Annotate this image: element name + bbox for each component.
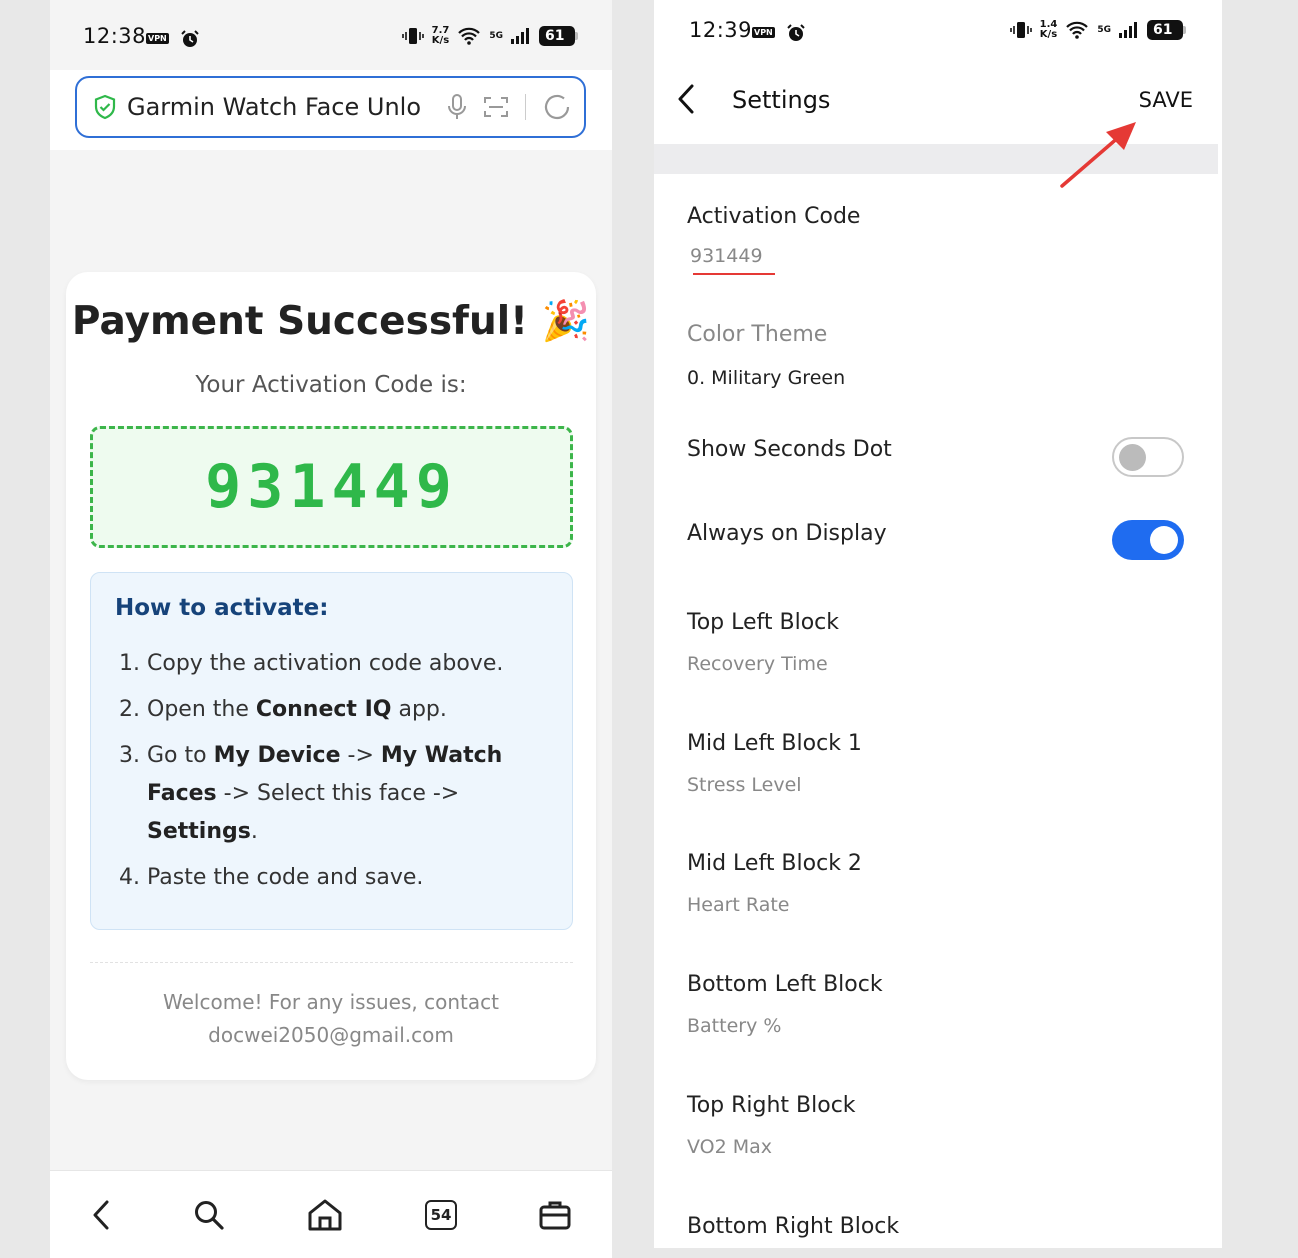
battery-level: 61 [1147,20,1183,40]
list-item: Open the Connect IQ app. [147,691,548,729]
vibrate-icon [401,28,424,44]
setting-value: VO2 Max [687,1136,773,1158]
shield-check-icon [94,94,116,120]
vpn-icon: VPN [146,33,169,44]
setting-value: Heart Rate [687,894,790,916]
setting-label: Bottom Left Block [687,972,883,997]
setting-label: Mid Left Block 1 [687,731,862,756]
activation-code[interactable]: 931449 [205,452,458,522]
speed-unit: K/s [1039,29,1058,40]
home-icon[interactable] [307,1198,343,1232]
battery-level: 61 [539,26,575,46]
network-type: 5G [1097,25,1111,35]
code-subtitle: Your Activation Code is: [195,372,467,398]
signal-icon [1119,22,1137,38]
always-on-display-toggle[interactable] [1112,520,1184,560]
setting-label: Mid Left Block 2 [687,851,862,876]
status-bar: 12:38 VPN 7.7 K/s 5G 61 [50,0,612,70]
page-title: Settings [732,86,831,114]
briefcase-icon[interactable] [539,1199,571,1231]
browser-screen: 12:38 VPN 7.7 K/s 5G 61 Garmin Watch Face… [50,0,612,1258]
setting-top-left-block[interactable]: Top Left Block Recovery Time [687,610,1187,675]
signal-icon [511,28,529,44]
page-title: Payment Successful! 🎉 [71,299,591,344]
setting-bottom-right-block[interactable]: Bottom Right Block [687,1214,1187,1239]
setting-top-right-block[interactable]: Top Right Block VO2 Max [687,1093,1187,1158]
status-bar: 12:39 VPN 1.4 K/s 5G 61 [654,0,1222,70]
instructions-box: How to activate: Copy the activation cod… [90,572,573,930]
vibrate-icon [1009,22,1032,38]
spellcheck-underline [693,273,775,275]
setting-value: Battery % [687,1015,782,1037]
reload-icon[interactable] [542,92,572,122]
alarm-icon [787,23,805,41]
pointer-arrow-annotation [1060,122,1136,188]
setting-label: Color Theme [687,322,828,347]
microphone-icon[interactable] [447,93,467,121]
network-type: 5G [489,31,503,41]
setting-mid-left-block-1[interactable]: Mid Left Block 1 Stress Level [687,731,1187,796]
vpn-icon: VPN [752,27,775,38]
scan-icon[interactable] [483,95,509,119]
setting-value: Recovery Time [687,653,828,675]
setting-activation-code: Activation Code 931449 [687,204,1187,275]
seconds-dot-toggle[interactable] [1112,437,1184,477]
list-item: Go to My Device -> My Watch Faces -> Sel… [147,737,548,851]
setting-label: Bottom Right Block [687,1214,900,1239]
address-bar[interactable]: Garmin Watch Face Unlo [75,76,586,138]
battery-icon: 61 [539,26,578,46]
setting-label: Show Seconds Dot [687,437,892,462]
back-icon[interactable] [91,1199,111,1231]
save-button[interactable]: SAVE [1139,88,1193,112]
setting-label: Top Left Block [687,610,840,635]
divider [90,962,573,963]
list-item: Copy the activation code above. [147,645,548,683]
setting-label: Top Right Block [687,1093,856,1118]
wifi-icon [458,27,481,45]
setting-color-theme[interactable]: Color Theme 0. Military Green [687,322,1187,389]
setting-seconds-dot: Show Seconds Dot [687,437,1167,462]
wifi-icon [1066,21,1089,39]
setting-bottom-left-block[interactable]: Bottom Left Block Battery % [687,972,1187,1037]
status-time: 12:38 [83,24,147,48]
setting-always-on-display: Always on Display [687,521,1167,546]
setting-mid-left-block-2[interactable]: Mid Left Block 2 Heart Rate [687,851,1187,916]
url-text[interactable]: Garmin Watch Face Unlo [127,93,427,121]
back-arrow-icon[interactable] [674,82,698,116]
activation-code-input[interactable]: 931449 [687,245,1187,267]
instructions-list: Copy the activation code above. Open the… [115,645,548,897]
status-time: 12:39 [689,18,753,42]
activation-code-box[interactable]: 931449 [90,426,573,548]
setting-value: Stress Level [687,774,802,796]
search-icon[interactable] [193,1199,225,1231]
payment-card: Payment Successful! 🎉 Your Activation Co… [66,272,596,1080]
settings-screen: 12:39 VPN 1.4 K/s 5G 61 Settings SAVE Act… [654,0,1222,1248]
tabs-button[interactable]: 54 [425,1199,457,1230]
instructions-heading: How to activate: [115,595,329,621]
setting-label: Activation Code [687,204,861,229]
setting-value: 0. Military Green [687,367,846,389]
battery-icon: 61 [1147,20,1186,40]
contact-email[interactable]: docwei2050@gmail.com [66,1019,596,1052]
browser-bottom-nav: 54 [50,1170,612,1258]
contact-footer: Welcome! For any issues, contact docwei2… [66,986,596,1052]
list-item: Paste the code and save. [147,859,548,897]
alarm-icon [181,29,199,47]
setting-label: Always on Display [687,521,887,546]
speed-unit: K/s [431,35,450,46]
